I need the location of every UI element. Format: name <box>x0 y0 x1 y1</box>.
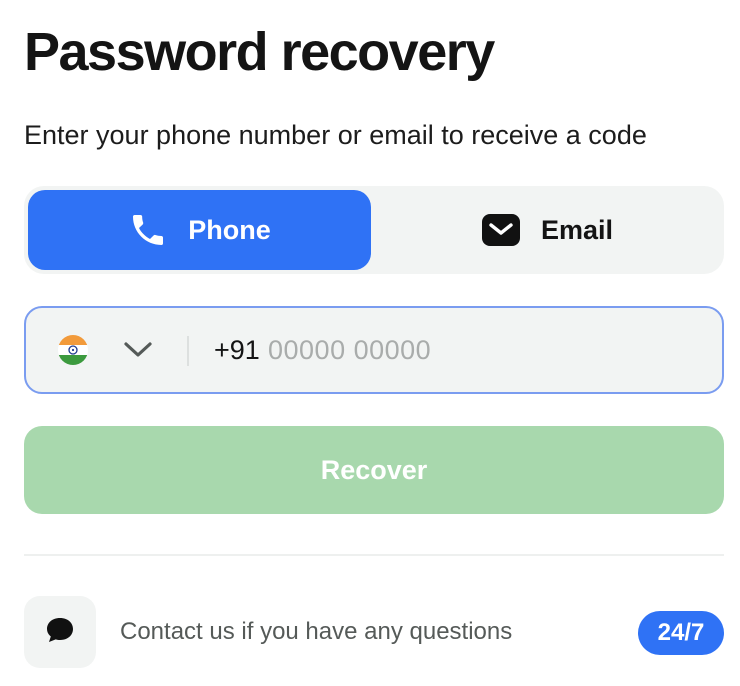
tab-phone[interactable]: Phone <box>28 190 371 270</box>
page-title: Password recovery <box>24 22 495 82</box>
phone-input[interactable] <box>268 330 688 370</box>
contact-link[interactable]: Contact us if you have any questions <box>120 616 512 648</box>
mail-icon <box>481 210 521 250</box>
phone-field: +91 <box>24 306 724 394</box>
chat-bubble-icon <box>44 615 76 650</box>
contact-chat-button[interactable] <box>24 596 96 668</box>
tab-email[interactable]: Email <box>374 190 720 270</box>
field-divider <box>187 336 189 366</box>
phone-icon <box>128 210 168 250</box>
method-tabs: Phone Email <box>24 186 724 274</box>
india-flag-icon <box>58 335 88 365</box>
divider <box>24 554 724 556</box>
tab-email-label: Email <box>540 214 614 245</box>
dial-code: +91 <box>214 335 260 365</box>
tab-phone-label: Phone <box>188 214 271 245</box>
recover-button[interactable]: Recover <box>24 426 724 514</box>
chevron-down-icon[interactable] <box>122 338 154 362</box>
availability-badge: 24/7 <box>638 611 724 655</box>
page-subtitle: Enter your phone number or email to rece… <box>24 120 647 150</box>
